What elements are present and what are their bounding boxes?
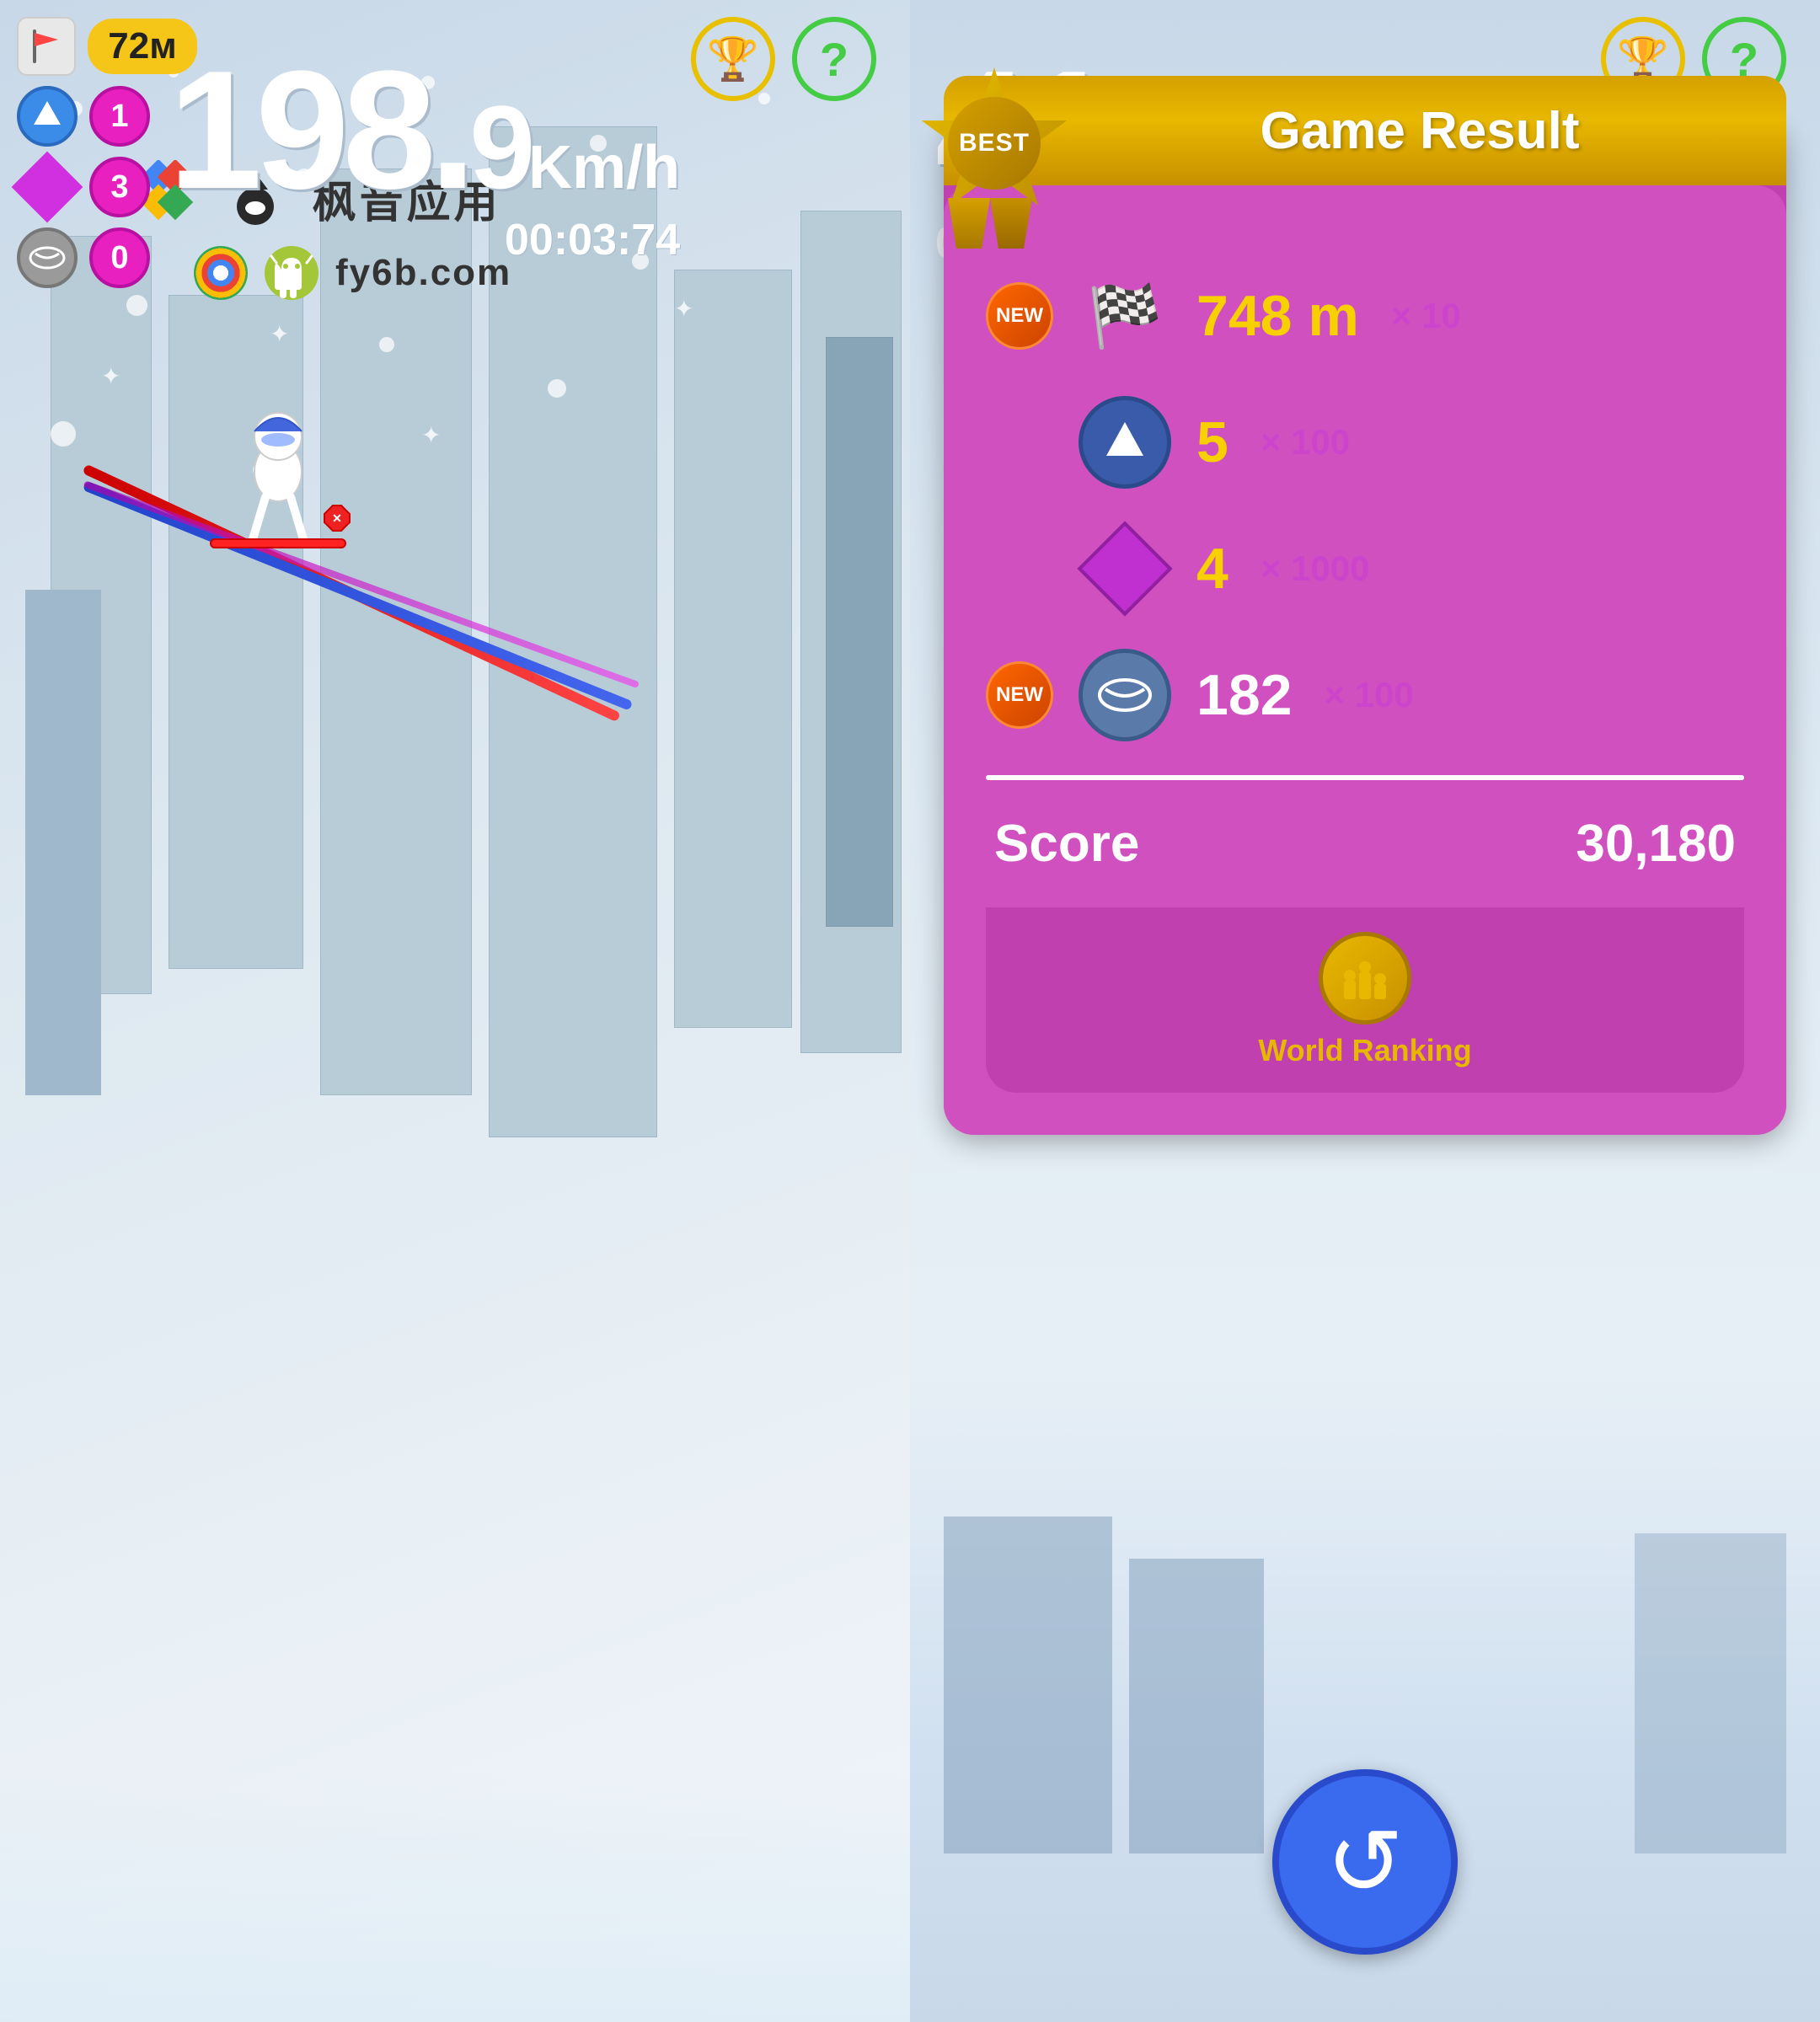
game-result-modal: BEST Game Result NEW 🏁 748 m × 10 [944, 118, 1786, 1135]
ski-multiplier: × 100 [1324, 675, 1413, 715]
diamond-result-icon [1079, 522, 1171, 615]
ranking-trophy-icon [1319, 932, 1411, 1024]
up-arrow-icon [17, 86, 78, 147]
help-button-left[interactable]: ? [792, 17, 876, 101]
gold-banner: Game Result [944, 76, 1786, 185]
result-row-distance: NEW 🏁 748 m × 10 [986, 270, 1744, 362]
diamond-count-badge: 3 [89, 157, 150, 217]
distance-multiplier: × 10 [1391, 296, 1461, 336]
diamond-icon [17, 157, 78, 217]
left-background: ✦ ✦ ✦ ✦ [0, 0, 910, 2022]
world-ranking-label: World Ranking [1258, 1033, 1471, 1068]
score-value: 30,180 [1576, 814, 1736, 874]
world-ranking-button[interactable]: World Ranking [986, 907, 1744, 1093]
ski-icon [17, 227, 78, 288]
skier-icon: ✕ [185, 404, 371, 615]
result-row-diamond: 4 × 1000 [986, 522, 1744, 615]
result-row-up: 5 × 100 [986, 396, 1744, 489]
modal-title: Game Result [1260, 101, 1579, 161]
trophy-button-left[interactable]: 🏆 [691, 17, 775, 101]
diamond-value: 4 [1196, 536, 1228, 602]
up-value: 5 [1196, 409, 1228, 475]
ski-value: 182 [1196, 662, 1292, 728]
score-row: Score 30,180 [986, 805, 1744, 882]
score-label: Score [994, 814, 1139, 874]
new-badge-distance: NEW [986, 282, 1053, 350]
ski-result-icon [1079, 649, 1171, 741]
flag-button[interactable] [17, 17, 76, 76]
checkered-flag-icon: 🏁 [1079, 270, 1171, 362]
svg-text:✕: ✕ [332, 511, 342, 525]
best-label: BEST [948, 97, 1041, 190]
distance-value: 748 m [1196, 283, 1359, 349]
left-speed-main: 198. [169, 36, 469, 224]
replay-button[interactable]: ↺ [1272, 1769, 1458, 1955]
modal-content: NEW 🏁 748 m × 10 5 × 100 [944, 185, 1786, 1135]
left-speed-decimal: 9 [469, 81, 528, 213]
result-row-ski: NEW 182 × 100 [986, 649, 1744, 741]
replay-icon: ↺ [1326, 1808, 1404, 1916]
right-panel: 🏆 ? 41.2Km/h 00:29:24 BEST [910, 0, 1820, 2022]
new-badge-ski: NEW [986, 661, 1053, 729]
best-badge: BEST [918, 67, 1070, 219]
left-speed-display: 198.9Km/h 00:03:74 [169, 46, 680, 265]
left-panel: ✦ ✦ ✦ ✦ [0, 0, 910, 2022]
score-divider [986, 775, 1744, 780]
screen: ✦ ✦ ✦ ✦ [0, 0, 1820, 2022]
left-top-icons: 🏆 ? [691, 17, 876, 101]
ski-count-badge: 0 [89, 227, 150, 288]
up-multiplier: × 100 [1261, 422, 1350, 463]
left-speed-unit: Km/h [528, 134, 680, 201]
up-count-badge: 1 [89, 86, 150, 147]
up-arrow-result-icon [1079, 396, 1171, 489]
diamond-multiplier: × 1000 [1261, 548, 1370, 589]
